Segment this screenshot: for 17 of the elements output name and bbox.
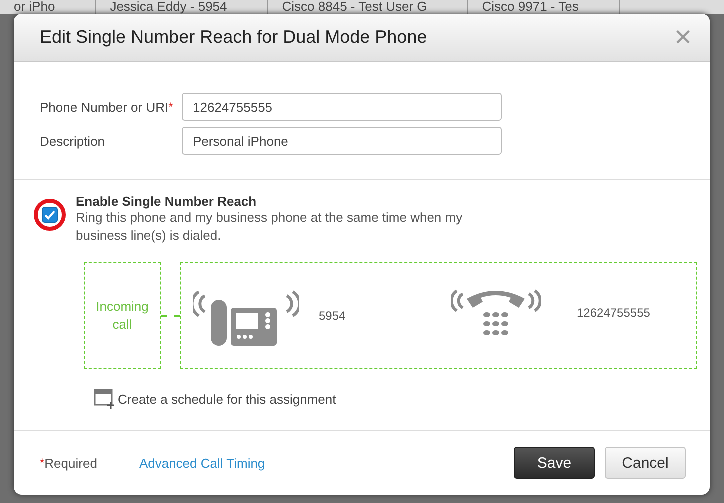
advanced-call-timing-link[interactable]: Advanced Call Timing (139, 456, 266, 470)
field-label: Description (40, 134, 106, 148)
phone-number: 5954 (319, 308, 346, 322)
input-field[interactable]: Personal iPhone (182, 127, 502, 155)
checkbox[interactable] (42, 207, 58, 223)
secondary-button[interactable]: Cancel (605, 447, 686, 479)
dialog-title: Edit Single Number Reach for Dual Mode Phone (40, 27, 428, 48)
primary-button[interactable]: Save (514, 447, 595, 479)
input-field[interactable]: 12624755555 (182, 93, 502, 121)
option-title: Enable Single Number Reach (76, 194, 258, 209)
incoming-call-box: Incoming call (84, 262, 161, 369)
schedule-label: Create a schedule for this assignment (118, 392, 336, 406)
field-label: Phone Number or URI* (40, 100, 174, 114)
option-description: Ring this phone and my business phone at the same time when my business line(s) is dialed. (76, 209, 464, 245)
phone-number: 12624755555 (577, 306, 650, 320)
required-note: *Required (40, 456, 98, 470)
calendar-add-icon (94, 389, 116, 409)
